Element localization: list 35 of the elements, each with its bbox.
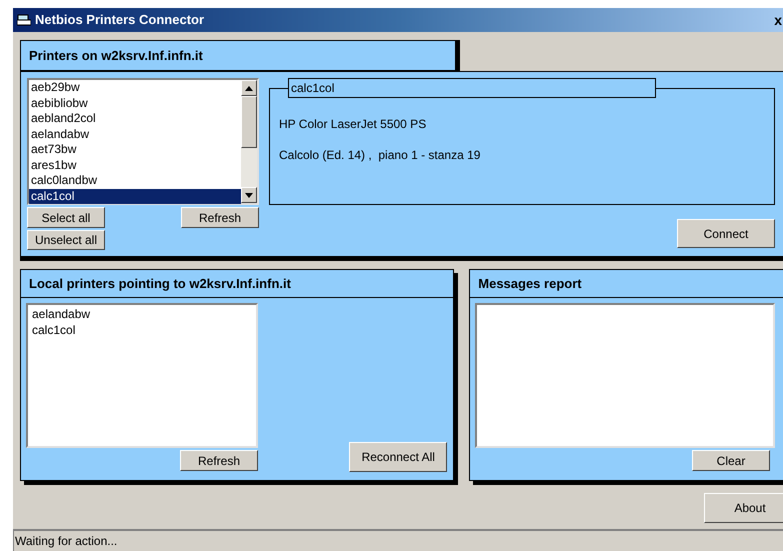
unselect-all-button[interactable]: Unselect all <box>27 230 105 250</box>
panel-title: Messages report <box>478 274 582 293</box>
clear-button[interactable]: Clear <box>692 450 770 471</box>
list-item[interactable]: calc1col <box>32 322 256 338</box>
printer-name-label: calc1col <box>288 78 656 98</box>
scroll-down-icon[interactable] <box>241 187 257 203</box>
close-button[interactable]: x <box>774 10 783 30</box>
panel-title: Printers on w2ksrv.Inf.infn.it <box>29 46 203 65</box>
printer-icon <box>17 14 31 26</box>
local-printer-list[interactable]: aelandabw calc1col <box>26 303 258 448</box>
list-item[interactable]: ares1bw <box>29 158 241 173</box>
printer-list[interactable]: aeb29bw aebibliobw aebland2col aelandabw aet73bw ares1bw calc0landbw calc1col <box>27 78 259 205</box>
status-text: Waiting for action... <box>13 531 118 551</box>
printer-model: HP Color LaserJet 5500 PS <box>279 116 428 133</box>
refresh-button[interactable]: Refresh <box>180 450 258 471</box>
list-item[interactable]: aet73bw <box>29 142 241 158</box>
scroll-up-icon[interactable] <box>241 80 257 96</box>
list-item[interactable]: aeb29bw <box>29 80 241 96</box>
messages-box[interactable] <box>475 303 776 448</box>
connect-button[interactable]: Connect <box>677 219 775 248</box>
panel-title: Local printers pointing to w2ksrv.Inf.infn.it <box>29 274 291 293</box>
refresh-button[interactable]: Refresh <box>181 207 259 228</box>
window-title: Netbios Printers Connector <box>35 11 204 30</box>
list-item[interactable]: aebland2col <box>29 111 241 126</box>
list-item[interactable]: aebibliobw <box>29 96 241 111</box>
reconnect-all-button[interactable]: Reconnect All <box>349 442 448 472</box>
scrollbar[interactable] <box>241 80 257 203</box>
select-all-button[interactable]: Select all <box>27 207 105 228</box>
about-button[interactable]: About <box>704 493 783 523</box>
list-item[interactable]: aelandabw <box>32 306 256 322</box>
scroll-thumb[interactable] <box>241 96 257 148</box>
printer-location: Calcolo (Ed. 14) , piano 1 - stanza 19 <box>279 147 482 164</box>
list-item[interactable]: aelandabw <box>29 126 241 142</box>
list-item[interactable]: calc0landbw <box>29 173 241 188</box>
list-item[interactable]: calc1col <box>29 188 241 204</box>
